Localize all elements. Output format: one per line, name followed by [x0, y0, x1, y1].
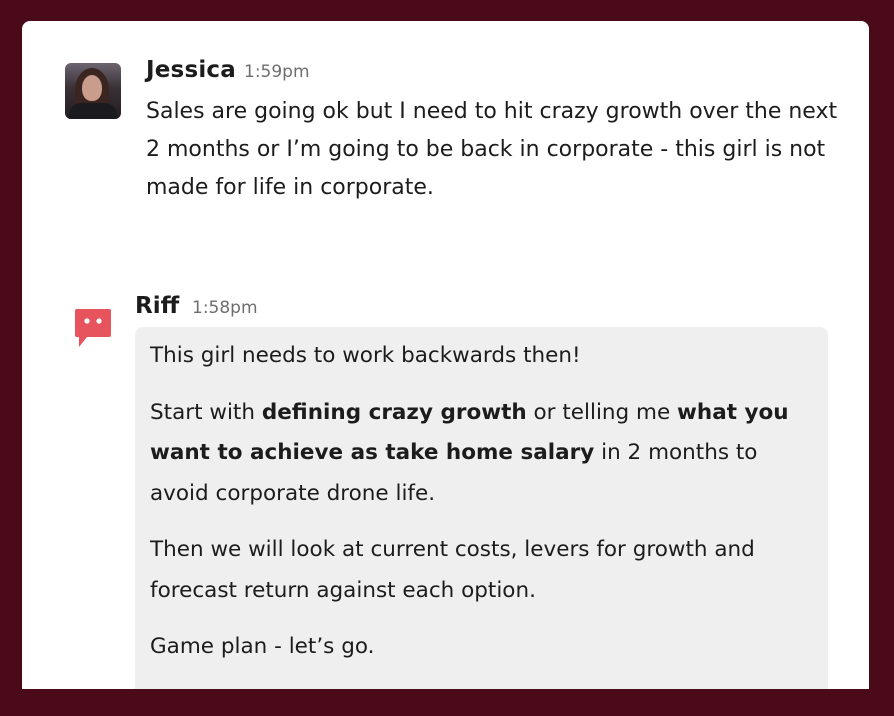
text-run: or telling me — [526, 399, 678, 425]
message-text: This girl needs to work backwards then! S… — [150, 336, 820, 684]
message-bubble: This girl needs to work backwards then! S… — [135, 327, 828, 689]
sender-name[interactable]: Jessica — [146, 57, 236, 83]
sender-name[interactable]: Riff — [135, 293, 179, 319]
text-run: Game plan - let’s go. — [150, 634, 375, 659]
text-run: Start with — [150, 399, 262, 425]
message-paragraph: Start with defining crazy growth or tell… — [150, 393, 820, 515]
message-paragraph: Game plan - let’s go. — [150, 627, 820, 668]
text-run: Then we will look at current costs, leve… — [150, 537, 755, 603]
bold-text: defining crazy growth — [261, 399, 527, 425]
message-paragraph: Then we will look at current costs, leve… — [150, 530, 820, 611]
message-timestamp[interactable]: 1:58pm — [192, 298, 258, 318]
text-run: This girl needs to work backwards then! — [150, 343, 581, 368]
message-text: Sales are going ok but I need to hit cra… — [146, 99, 838, 200]
avatar[interactable] — [65, 63, 121, 119]
message-paragraph: This girl needs to work backwards then! — [150, 336, 820, 377]
message-timestamp[interactable]: 1:59pm — [244, 62, 310, 82]
riff-bot-icon[interactable] — [73, 307, 113, 351]
chat-panel: Jessica 1:59pm Sales are going ok but I … — [22, 21, 869, 689]
